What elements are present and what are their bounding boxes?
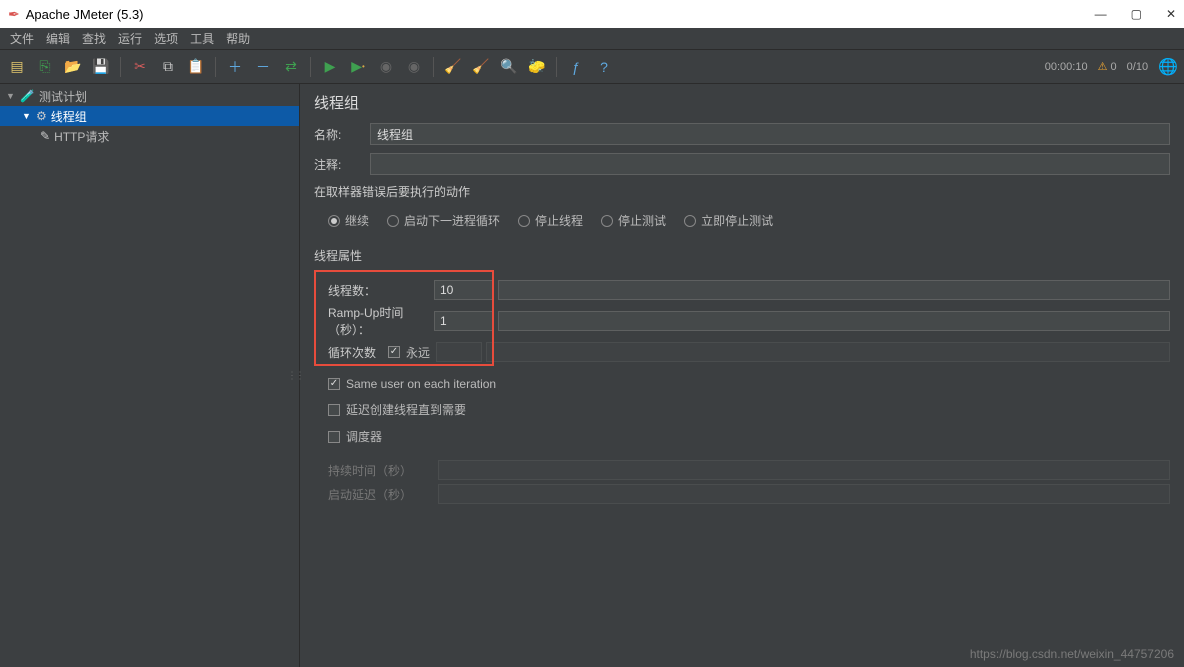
radio-stop-test[interactable]: 停止测试: [601, 212, 666, 229]
beaker-icon: 🧪: [20, 89, 35, 103]
radio-stop-now[interactable]: 立即停止测试: [684, 212, 773, 229]
startup-delay-label: 启动延迟（秒）: [328, 486, 434, 503]
globe-icon: 🌐: [1158, 57, 1178, 77]
radio-next-loop[interactable]: 启动下一进程循环: [387, 212, 500, 229]
comment-input[interactable]: [370, 153, 1170, 175]
watermark: https://blog.csdn.net/weixin_44757206: [970, 647, 1174, 661]
loop-count-input[interactable]: [436, 342, 482, 362]
ramp-input-ext[interactable]: [498, 311, 1170, 331]
tree-node-threadgroup[interactable]: ▼⚙ 线程组: [0, 106, 299, 126]
on-error-label: 在取样器错误后要执行的动作: [314, 183, 1170, 200]
forever-label: 永远: [406, 344, 430, 361]
tree-label: 线程组: [51, 108, 87, 125]
duration-label: 持续时间（秒）: [328, 462, 434, 479]
warn-count: 0: [1111, 61, 1117, 73]
delay-create-checkbox[interactable]: [328, 404, 340, 416]
tree-label: HTTP请求: [54, 128, 109, 145]
panel-title: 线程组: [314, 92, 1170, 113]
name-label: 名称:: [314, 126, 370, 143]
elapsed-time: 00:00:10: [1045, 61, 1088, 73]
menu-tools[interactable]: 工具: [184, 28, 220, 49]
tree-label: 测试计划: [39, 88, 87, 105]
dropper-icon: ✎: [40, 129, 50, 143]
menubar: 文件 编辑 查找 运行 选项 工具 帮助: [0, 28, 1184, 50]
menu-help[interactable]: 帮助: [220, 28, 256, 49]
same-user-checkbox[interactable]: [328, 378, 340, 390]
ramp-input[interactable]: [434, 311, 494, 331]
menu-options[interactable]: 选项: [148, 28, 184, 49]
duration-input: [438, 460, 1170, 480]
close-button[interactable]: ✕: [1166, 7, 1176, 21]
thread-props-label: 线程属性: [314, 247, 1170, 264]
open-icon[interactable]: 📂: [62, 56, 84, 78]
new-icon[interactable]: ▤: [6, 56, 28, 78]
start-no-pause-icon[interactable]: ▶•: [347, 56, 369, 78]
menu-file[interactable]: 文件: [4, 28, 40, 49]
collapse-icon[interactable]: －: [252, 56, 274, 78]
menu-search[interactable]: 查找: [76, 28, 112, 49]
help-icon[interactable]: ?: [593, 56, 615, 78]
menu-edit[interactable]: 编辑: [40, 28, 76, 49]
start-icon[interactable]: ▶: [319, 56, 341, 78]
splitter-handle[interactable]: ⋮⋮: [287, 370, 303, 381]
stop-icon[interactable]: ◉: [375, 56, 397, 78]
search-icon[interactable]: 🔍: [498, 56, 520, 78]
minimize-button[interactable]: —: [1095, 7, 1107, 21]
ramp-label: Ramp-Up时间（秒）：: [328, 304, 434, 338]
tree-node-http-request[interactable]: ✎ HTTP请求: [0, 126, 299, 146]
loop-input-ext: [486, 342, 1170, 362]
threads-input[interactable]: [434, 280, 494, 300]
reset-search-icon[interactable]: 🧽: [526, 56, 548, 78]
thread-counter: 0/10: [1127, 61, 1148, 73]
templates-icon[interactable]: ⎘: [34, 56, 56, 78]
cut-icon[interactable]: ✂: [129, 56, 151, 78]
gear-icon: ⚙: [36, 109, 47, 123]
same-user-label: Same user on each iteration: [346, 377, 496, 391]
startup-delay-input: [438, 484, 1170, 504]
toggle-icon[interactable]: ⇄: [280, 56, 302, 78]
comment-label: 注释:: [314, 156, 370, 173]
editor-panel: 线程组 名称: 注释: 在取样器错误后要执行的动作 继续 启动下一进程循环 停止…: [300, 84, 1184, 667]
copy-icon[interactable]: ⧉: [157, 56, 179, 78]
radio-stop-thread[interactable]: 停止线程: [518, 212, 583, 229]
threads-input-ext[interactable]: [498, 280, 1170, 300]
menu-run[interactable]: 运行: [112, 28, 148, 49]
scheduler-label: 调度器: [346, 428, 382, 445]
paste-icon[interactable]: 📋: [185, 56, 207, 78]
function-helper-icon[interactable]: ƒ: [565, 56, 587, 78]
forever-checkbox[interactable]: [388, 346, 400, 358]
loop-label: 循环次数: [328, 344, 388, 361]
delay-create-label: 延迟创建线程直到需要: [346, 401, 466, 418]
window-titlebar: ✒ Apache JMeter (5.3) — ▢ ✕: [0, 0, 1184, 28]
warning-icon: ⚠: [1098, 61, 1108, 73]
expand-icon[interactable]: ＋: [224, 56, 246, 78]
window-title: Apache JMeter (5.3): [26, 7, 144, 22]
clear-all-icon[interactable]: 🧹: [470, 56, 492, 78]
toolbar: ▤ ⎘ 📂 💾 ✂ ⧉ 📋 ＋ － ⇄ ▶ ▶• ◉ ◉ 🧹 🧹 🔍 🧽 ƒ ?…: [0, 50, 1184, 84]
test-plan-tree[interactable]: ▼🧪 测试计划 ▼⚙ 线程组 ✎ HTTP请求 ⋮⋮: [0, 84, 300, 667]
shutdown-icon[interactable]: ◉: [403, 56, 425, 78]
threads-label: 线程数：: [328, 282, 434, 299]
radio-continue[interactable]: 继续: [328, 212, 369, 229]
scheduler-checkbox[interactable]: [328, 431, 340, 443]
clear-icon[interactable]: 🧹: [442, 56, 464, 78]
name-input[interactable]: [370, 123, 1170, 145]
save-icon[interactable]: 💾: [90, 56, 112, 78]
maximize-button[interactable]: ▢: [1131, 7, 1142, 21]
app-icon: ✒: [8, 6, 20, 23]
tree-node-testplan[interactable]: ▼🧪 测试计划: [0, 86, 299, 106]
